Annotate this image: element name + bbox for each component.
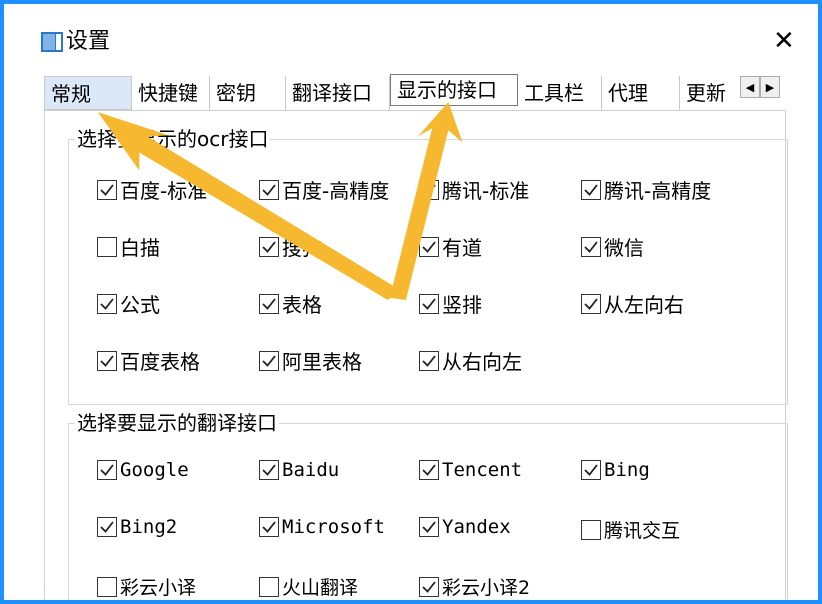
checkbox-ocr-9[interactable]: 表格 [259, 289, 322, 318]
checkbox-label: Bing2 [120, 516, 178, 538]
settings-window: 设置 ✕ 常规 快捷键 密钥 翻译接口 显示的接口 工具栏 代理 更新 ◀ ▶ … [4, 4, 818, 600]
checkbox-translate-2[interactable]: Tencent [419, 459, 522, 481]
checkmark-icon[interactable] [581, 293, 601, 314]
checkbox-label: Bing [604, 459, 650, 481]
checkmark-icon[interactable] [97, 293, 117, 314]
checkbox-label: 腾讯交互 [604, 520, 681, 542]
checkbox-label: 百度-高精度 [282, 179, 390, 203]
checkbox-label: 火山翻译 [282, 577, 359, 599]
checkmark-icon[interactable] [581, 460, 601, 480]
checkbox-label: 从右向左 [442, 350, 522, 374]
checkbox-label: 搜狗 [282, 236, 322, 260]
checkmark-icon[interactable] [259, 460, 279, 480]
checkbox-translate-0[interactable]: Google [97, 459, 189, 481]
checkbox-ocr-6[interactable]: 有道 [419, 232, 482, 261]
tab-display-api[interactable]: 显示的接口 [390, 74, 518, 106]
tab-content-panel: 选择要显示的ocr接口 百度-标准 百度-高精度 腾讯-标准 腾讯-高精度白描 搜狗 有道… [44, 110, 788, 600]
checkmark-icon[interactable] [259, 179, 279, 200]
checkbox-label: 腾讯-高精度 [604, 179, 712, 203]
translate-api-group: 选择要显示的翻译接口 Google Baidu Tencent Bing Bing2 Mi… [68, 410, 788, 600]
tab-toolbar[interactable]: 工具栏 [518, 76, 602, 110]
ocr-group-title: 选择要显示的ocr接口 [75, 126, 271, 152]
tab-proxy[interactable]: 代理 [602, 76, 680, 110]
ocr-api-group: 选择要显示的ocr接口 百度-标准 百度-高精度 腾讯-标准 腾讯-高精度白描 搜狗 有道… [68, 126, 788, 405]
checkbox-label: Baidu [282, 459, 340, 481]
checkbox-ocr-2[interactable]: 腾讯-标准 [419, 175, 529, 204]
checkbox-translate-5[interactable]: Microsoft [259, 516, 385, 538]
checkmark-icon[interactable] [419, 460, 439, 480]
checkmark-icon[interactable] [259, 517, 279, 537]
empty-checkbox-icon[interactable] [581, 519, 601, 540]
checkmark-icon[interactable] [581, 179, 601, 200]
checkbox-label: 微信 [604, 236, 644, 260]
checkmark-icon[interactable] [419, 517, 439, 537]
checkmark-icon[interactable] [97, 460, 117, 480]
checkbox-label: 表格 [282, 293, 322, 317]
checkbox-translate-1[interactable]: Baidu [259, 459, 339, 481]
empty-checkbox-icon[interactable] [97, 236, 117, 257]
checkbox-translate-10[interactable]: 彩云小译2 [419, 573, 530, 600]
checkbox-label: Tencent [442, 459, 523, 481]
checkmark-icon[interactable] [259, 350, 279, 371]
tab-scroll-left-icon[interactable]: ◀ [740, 76, 760, 98]
tab-hotkeys[interactable]: 快捷键 [132, 76, 210, 110]
checkbox-label: 阿里表格 [282, 350, 362, 374]
checkbox-label: 有道 [442, 236, 482, 260]
checkbox-label: Google [120, 459, 189, 481]
checkbox-ocr-3[interactable]: 腾讯-高精度 [581, 175, 711, 204]
checkbox-label: 从左向右 [604, 293, 684, 317]
checkbox-label: 白描 [120, 236, 160, 260]
checkmark-icon[interactable] [259, 293, 279, 314]
checkbox-translate-4[interactable]: Bing2 [97, 516, 177, 538]
tab-keys[interactable]: 密钥 [210, 76, 286, 110]
checkbox-ocr-8[interactable]: 公式 [97, 289, 160, 318]
checkbox-label: 彩云小译 [120, 577, 197, 599]
checkmark-icon[interactable] [419, 576, 439, 597]
checkbox-ocr-5[interactable]: 搜狗 [259, 232, 322, 261]
empty-checkbox-icon[interactable] [97, 576, 117, 597]
title-bar: 设置 ✕ [4, 4, 818, 66]
checkmark-icon[interactable] [97, 350, 117, 371]
checkbox-label: 百度表格 [120, 350, 200, 374]
tab-strip: 常规 快捷键 密钥 翻译接口 显示的接口 工具栏 代理 更新 ◀ ▶ [44, 74, 784, 110]
checkbox-label: 腾讯-标准 [442, 179, 530, 203]
checkbox-ocr-4[interactable]: 白描 [97, 232, 160, 261]
checkbox-ocr-0[interactable]: 百度-标准 [97, 175, 207, 204]
checkbox-ocr-14[interactable]: 从右向左 [419, 346, 522, 375]
checkbox-translate-6[interactable]: Yandex [419, 516, 511, 538]
checkbox-label: Microsoft [282, 516, 385, 538]
checkbox-ocr-12[interactable]: 百度表格 [97, 346, 200, 375]
checkbox-label: 公式 [120, 293, 160, 317]
checkmark-icon[interactable] [419, 236, 439, 257]
checkbox-ocr-13[interactable]: 阿里表格 [259, 346, 362, 375]
checkmark-icon[interactable] [419, 179, 439, 200]
checkbox-ocr-7[interactable]: 微信 [581, 232, 644, 261]
checkbox-ocr-1[interactable]: 百度-高精度 [259, 175, 389, 204]
checkbox-ocr-11[interactable]: 从左向右 [581, 289, 684, 318]
checkmark-icon[interactable] [419, 293, 439, 314]
checkbox-ocr-10[interactable]: 竖排 [419, 289, 482, 318]
checkmark-icon[interactable] [97, 179, 117, 200]
tab-scroll-right-icon[interactable]: ▶ [760, 76, 780, 98]
checkbox-label: 彩云小译2 [442, 577, 531, 599]
checkmark-icon[interactable] [419, 350, 439, 371]
checkbox-translate-7[interactable]: 腾讯交互 [581, 516, 680, 543]
close-icon[interactable]: ✕ [773, 26, 795, 56]
checkmark-icon[interactable] [97, 517, 117, 537]
checkbox-translate-8[interactable]: 彩云小译 [97, 573, 196, 600]
window-icon [41, 32, 63, 52]
window-title: 设置 [66, 29, 111, 54]
checkbox-translate-3[interactable]: Bing [581, 459, 650, 481]
tab-general[interactable]: 常规 [44, 76, 132, 110]
checkbox-label: Yandex [442, 516, 511, 538]
checkbox-label: 竖排 [442, 293, 482, 317]
translate-group-title: 选择要显示的翻译接口 [75, 410, 279, 436]
tab-translate-api[interactable]: 翻译接口 [286, 76, 390, 110]
checkmark-icon[interactable] [581, 236, 601, 257]
tab-update[interactable]: 更新 [680, 76, 738, 110]
checkmark-icon[interactable] [259, 236, 279, 257]
checkbox-label: 百度-标准 [120, 179, 208, 203]
checkbox-translate-9[interactable]: 火山翻译 [259, 573, 358, 600]
empty-checkbox-icon[interactable] [259, 576, 279, 597]
